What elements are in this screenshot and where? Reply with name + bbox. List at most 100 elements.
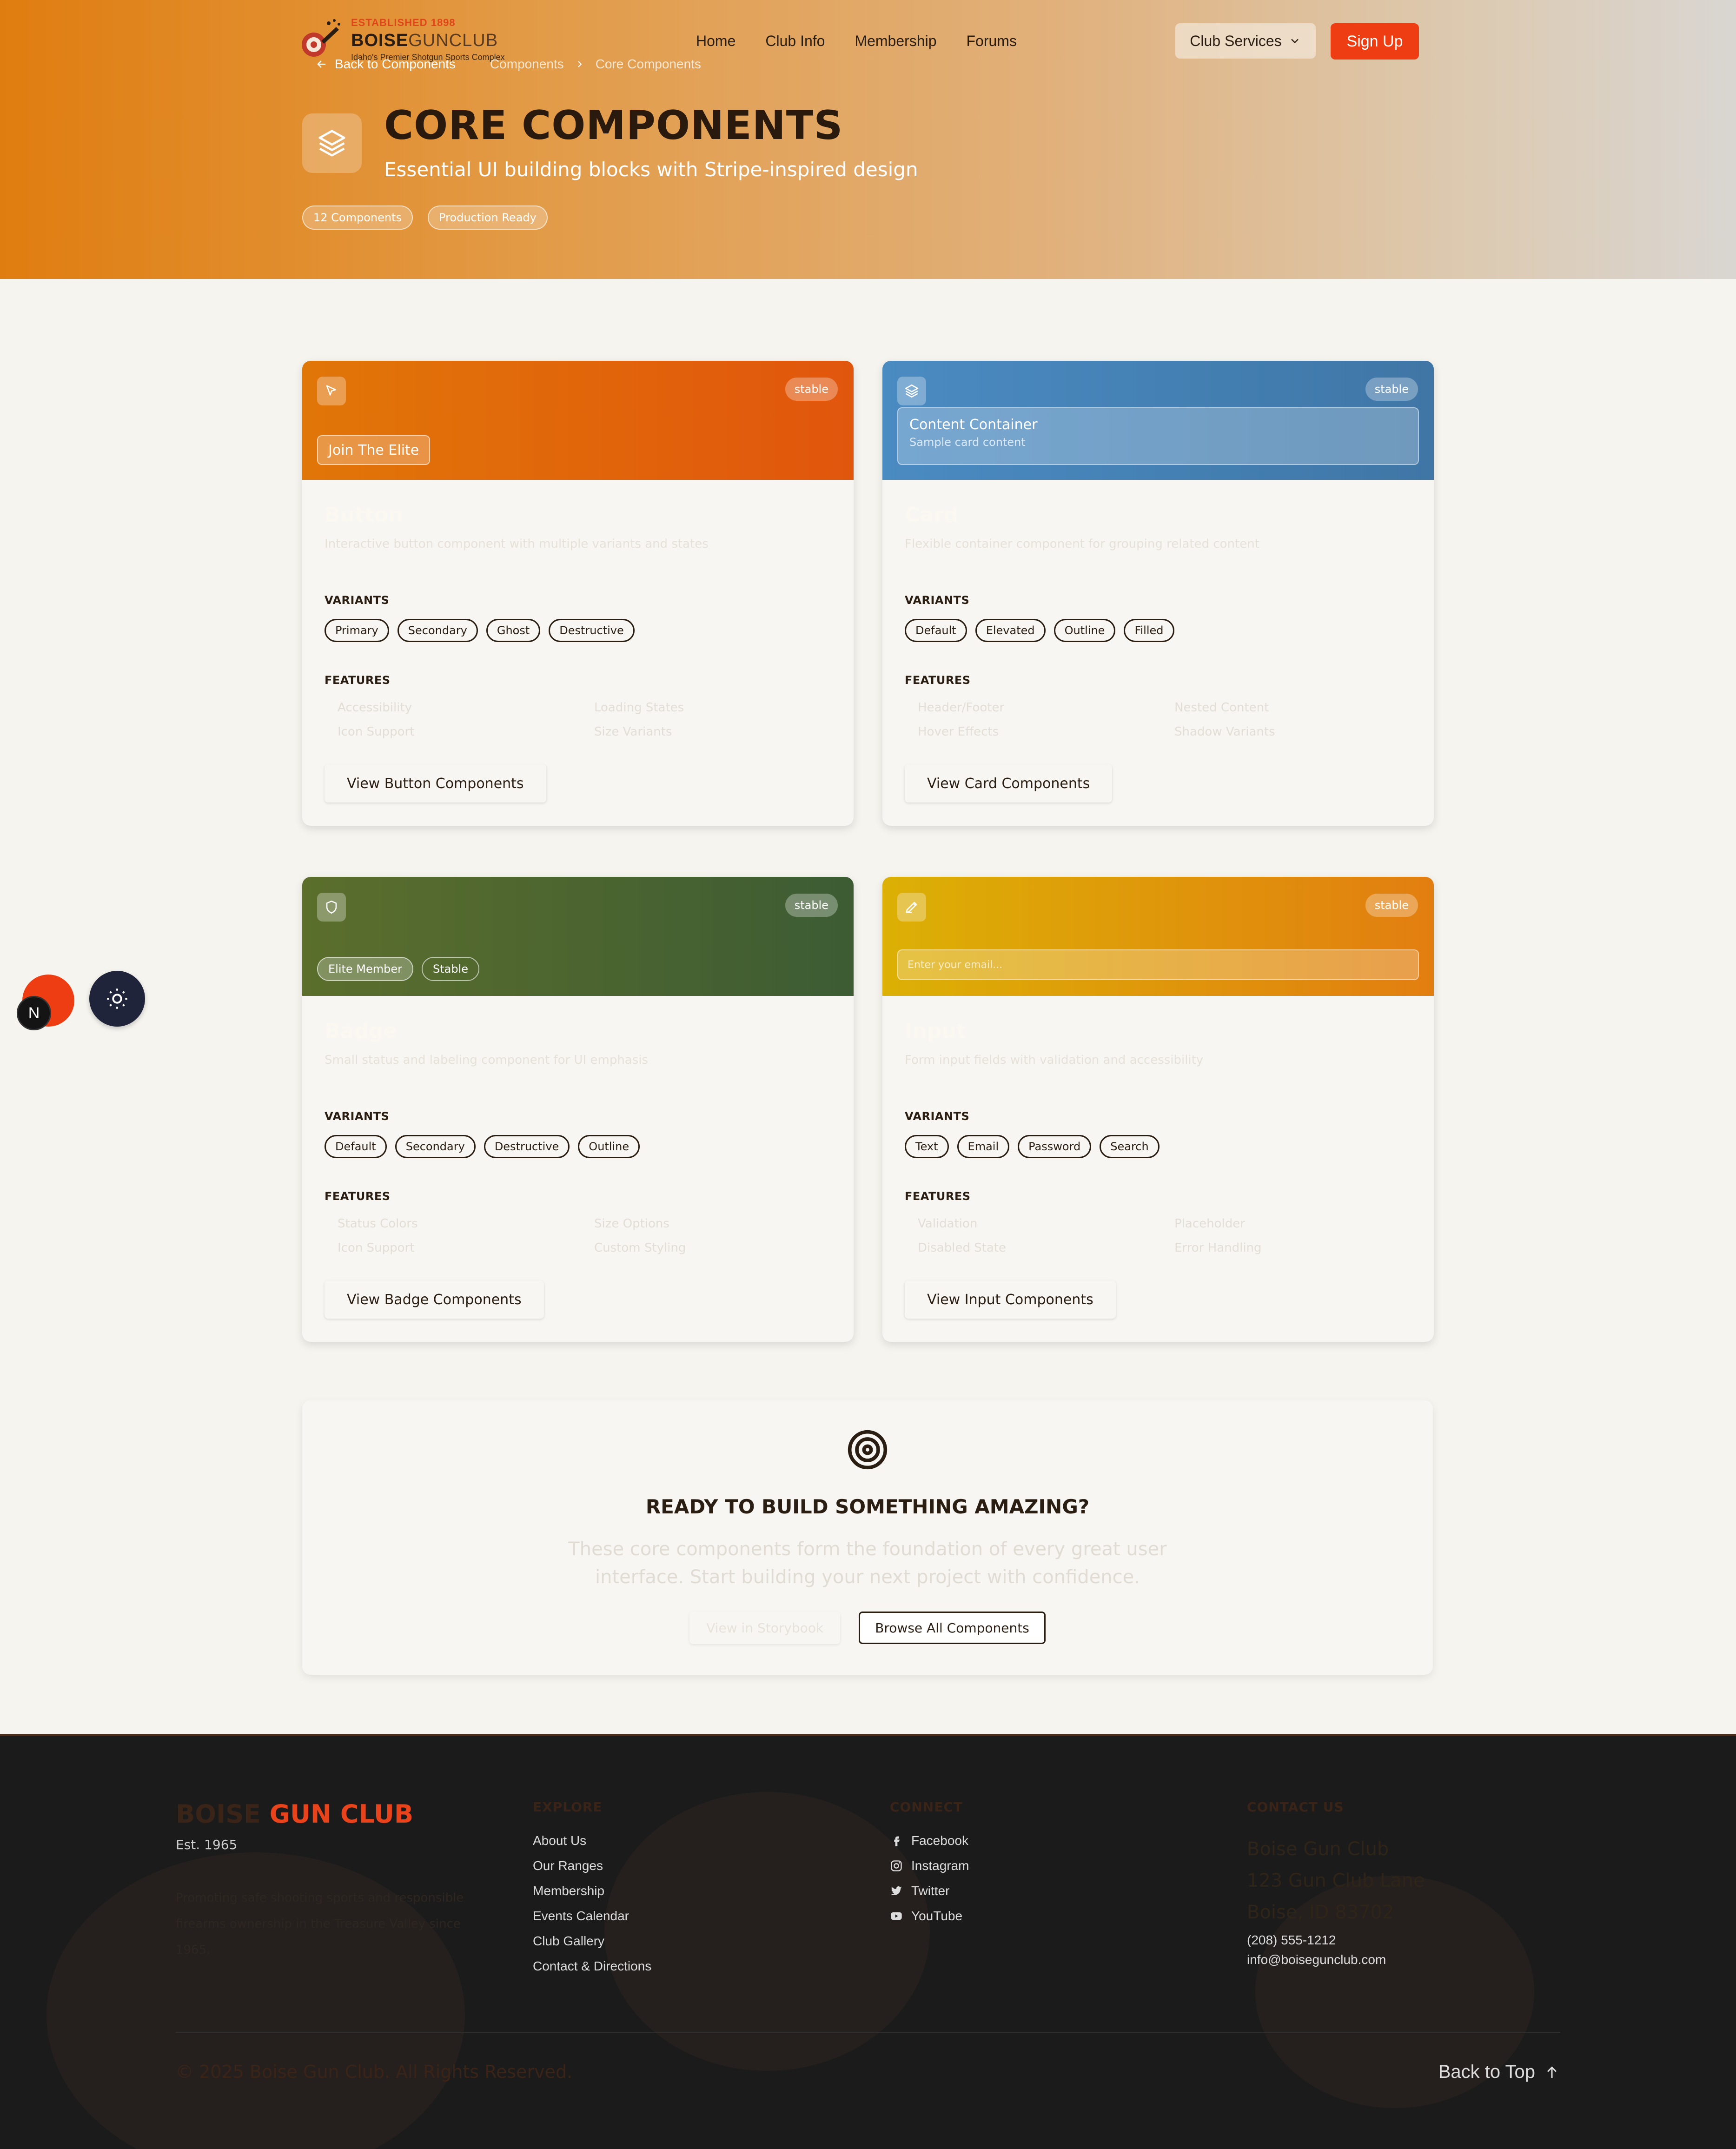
demo-join-button[interactable]: Join The Elite [317, 435, 431, 465]
footer-instagram-link[interactable]: Instagram [890, 1858, 969, 1873]
footer-link-ranges[interactable]: Our Ranges [533, 1858, 651, 1873]
variants-label: VARIANTS [905, 594, 970, 607]
feature-list: Status Colors Size Options Icon Support … [325, 1217, 831, 1255]
footer-contact-name: Boise Gun Club [1247, 1838, 1389, 1860]
cta-text: These core components form the foundatio… [568, 1539, 1167, 1588]
view-button-components-button[interactable]: View Button Components [325, 764, 546, 803]
variant-pill[interactable]: Elevated [975, 619, 1046, 642]
footer-connect-column: CONNECT Facebook Instagram Twitter YouTu… [890, 1799, 969, 1934]
view-input-components-button[interactable]: View Input Components [905, 1280, 1116, 1319]
footer-link-membership[interactable]: Membership [533, 1884, 651, 1898]
variant-pill[interactable]: Destructive [484, 1135, 570, 1158]
back-to-components-link[interactable]: Back to Components [315, 57, 456, 72]
footer-description: Promoting safe shooting sports and respo… [176, 1891, 464, 1957]
sun-icon [107, 988, 127, 1009]
variant-pill[interactable]: Secondary [397, 619, 478, 642]
card-description: Form input fields with validation and ac… [905, 1053, 1204, 1067]
variant-list: Default Secondary Destructive Outline [325, 1135, 831, 1158]
footer-contact-city: Boise, ID 83702 [1247, 1902, 1394, 1923]
features-label: FEATURES [905, 1190, 971, 1203]
nav-forums[interactable]: Forums [967, 33, 1017, 50]
view-card-components-button[interactable]: View Card Components [905, 764, 1113, 803]
feature-item: Disabled State [918, 1241, 1007, 1255]
chevron-right-icon [577, 61, 582, 67]
status-badge: stable [785, 378, 838, 401]
instagram-icon [891, 1860, 902, 1871]
feature-item: Custom Styling [594, 1241, 686, 1255]
variants-label: VARIANTS [325, 594, 390, 607]
shield-icon [317, 893, 346, 922]
footer-link-gallery[interactable]: Club Gallery [533, 1934, 651, 1949]
cta-actions: View in Storybook Browse All Components [302, 1612, 1433, 1644]
footer-link-about[interactable]: About Us [533, 1833, 651, 1848]
footer-link-contact[interactable]: Contact & Directions [533, 1959, 651, 1974]
variant-pill[interactable]: Filled [1124, 619, 1174, 642]
dev-tools-badge[interactable]: N [17, 996, 51, 1030]
club-services-label: Club Services [1190, 32, 1282, 49]
nav-club-info[interactable]: Club Info [765, 33, 825, 50]
feature-list: Validation Placeholder Disabled State Er… [905, 1217, 1411, 1255]
feature-list: Accessibility Loading States Icon Suppor… [325, 701, 831, 739]
demo-content-container: Content Container Sample card content [897, 407, 1419, 465]
variant-pill[interactable]: Secondary [395, 1135, 476, 1158]
demo-email-input[interactable]: Enter your email... [897, 949, 1419, 980]
variant-pill[interactable]: Outline [1054, 619, 1116, 642]
footer-contact-heading: CONTACT US [1247, 1799, 1344, 1815]
club-logo[interactable]: ESTABLISHED 1898 BOISEGUNCLUB Idaho's Pr… [300, 14, 505, 62]
footer-youtube-link[interactable]: YouTube [890, 1909, 969, 1923]
component-card-card: stable Content Container Sample card con… [882, 361, 1434, 826]
browse-all-components-button[interactable]: Browse All Components [859, 1612, 1046, 1644]
variant-list: Primary Secondary Ghost Destructive [325, 619, 831, 642]
arrow-left-icon [317, 60, 326, 68]
view-badge-components-button[interactable]: View Badge Components [325, 1280, 544, 1319]
feature-item: Hover Effects [918, 725, 999, 739]
demo-container-title: Content Container [909, 417, 1038, 433]
footer-phone[interactable]: (208) 555-1212 [1247, 1933, 1425, 1948]
footer-copyright: © 2025 Boise Gun Club. All Rights Reserv… [176, 2062, 573, 2082]
feature-item: Size Variants [594, 725, 672, 739]
variant-pill[interactable]: Default [905, 619, 967, 642]
logo-emblem-icon [300, 14, 346, 60]
demo-badge-elite: Elite Member [317, 957, 414, 981]
footer-email[interactable]: info@boisegunclub.com [1247, 1952, 1425, 1967]
features-label: FEATURES [905, 674, 971, 687]
variant-pill[interactable]: Email [957, 1135, 1010, 1158]
breadcrumb-components[interactable]: Components [490, 57, 564, 72]
footer-facebook-link[interactable]: Facebook [890, 1833, 969, 1848]
club-services-dropdown[interactable]: Club Services [1175, 23, 1316, 59]
variant-pill[interactable]: Ghost [486, 619, 541, 642]
variants-label: VARIANTS [325, 1110, 390, 1123]
footer-link-events[interactable]: Events Calendar [533, 1909, 651, 1923]
nav-membership[interactable]: Membership [855, 33, 936, 50]
variant-pill[interactable]: Text [905, 1135, 949, 1158]
card-preview: stable Join The Elite [302, 361, 854, 480]
card-title: Input [905, 1019, 966, 1043]
variant-pill[interactable]: Password [1018, 1135, 1092, 1158]
feature-list: Header/Footer Nested Content Hover Effec… [905, 701, 1411, 739]
footer-contact-street: 123 Gun Club Lane [1247, 1870, 1425, 1891]
card-preview: stable Elite Member Stable [302, 877, 854, 996]
variant-pill[interactable]: Default [325, 1135, 387, 1158]
footer-twitter-link[interactable]: Twitter [890, 1884, 969, 1898]
features-label: FEATURES [325, 1190, 391, 1203]
youtube-icon [891, 1912, 902, 1920]
view-in-storybook-button[interactable]: View in Storybook [689, 1612, 841, 1644]
demo-badge-stable: Stable [422, 957, 480, 981]
back-to-top-link[interactable]: Back to Top [1438, 2062, 1560, 2083]
breadcrumb: Back to Components Components Core Compo… [315, 57, 701, 72]
variant-pill[interactable]: Outline [578, 1135, 640, 1158]
feature-item: Icon Support [338, 1241, 415, 1255]
theme-toggle-button[interactable] [89, 971, 145, 1027]
feature-item: Accessibility [338, 701, 412, 715]
status-badge: stable [1365, 894, 1418, 917]
signup-button[interactable]: Sign Up [1331, 23, 1419, 60]
variant-pill[interactable]: Destructive [549, 619, 635, 642]
footer-brand[interactable]: BOISE GUN CLUB [176, 1799, 492, 1829]
chevron-down-icon [1291, 39, 1299, 44]
variant-pill[interactable]: Search [1100, 1135, 1160, 1158]
nav-home[interactable]: Home [696, 33, 735, 50]
card-description: Small status and labeling component for … [325, 1053, 649, 1067]
variant-pill[interactable]: Primary [325, 619, 389, 642]
feature-item: Icon Support [338, 725, 415, 739]
component-card-badge: stable Elite Member Stable Badge Small s… [302, 877, 854, 1342]
